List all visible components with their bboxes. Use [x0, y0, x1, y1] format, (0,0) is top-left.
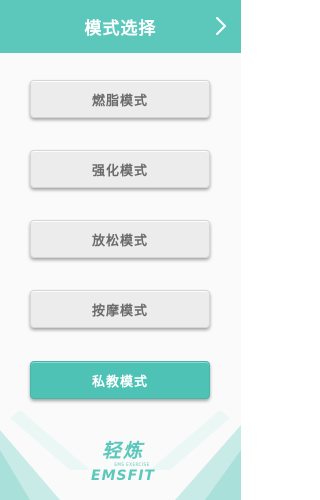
mode-button-label: 按摩模式 — [91, 303, 148, 319]
mode-button-label: 燃脂模式 — [91, 93, 148, 109]
mode-button-massage[interactable]: 按摩模式 — [30, 290, 210, 328]
mode-button-label: 放松模式 — [91, 233, 148, 249]
mode-button-strengthen[interactable]: 强化模式 — [30, 150, 210, 188]
mode-button-label: 强化模式 — [91, 163, 148, 179]
mode-button-label: 私教模式 — [91, 374, 148, 390]
mode-select-screen: 模式选择 燃脂模式 强化模式 放松模式 按摩模式 私教模式 轻炼 EMS EXE… — [0, 0, 241, 500]
brand-logo: 轻炼 EMS EXERCISE EMSFIT — [91, 440, 155, 484]
mode-button-relax[interactable]: 放松模式 — [30, 220, 210, 258]
footer-decoration: 轻炼 EMS EXERCISE EMSFIT — [0, 410, 241, 500]
mode-button-fat-burn[interactable]: 燃脂模式 — [30, 80, 210, 118]
mode-button-personal-trainer[interactable]: 私教模式 — [30, 361, 210, 399]
